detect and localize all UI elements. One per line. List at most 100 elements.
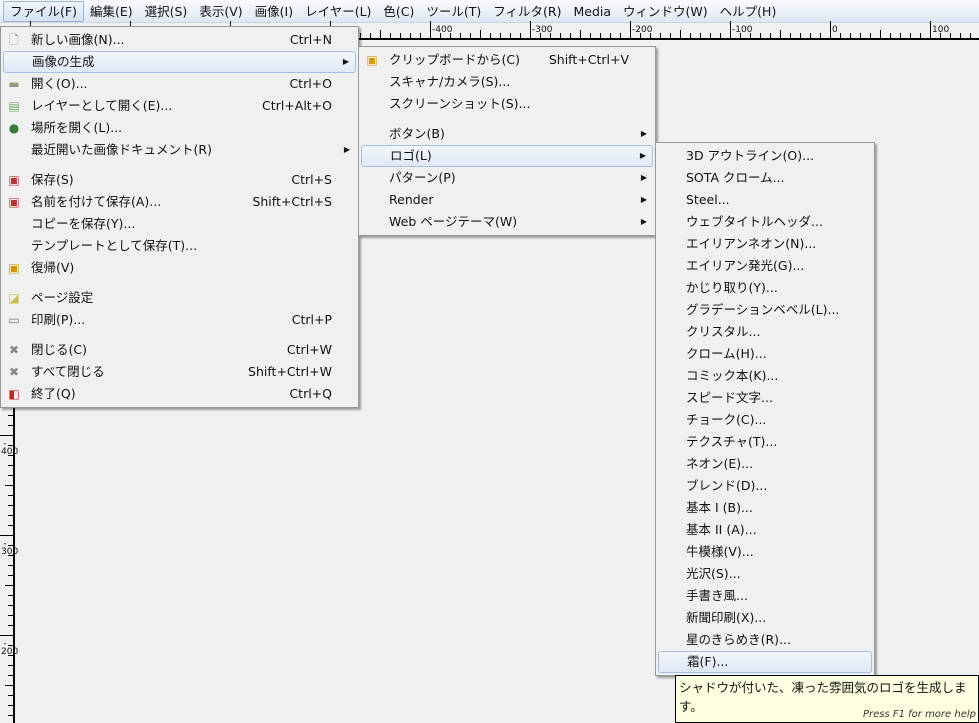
menu-item[interactable]: コピーを保存(Y)...	[3, 213, 356, 235]
menubar-item[interactable]: ヘルプ(H)	[714, 1, 783, 22]
menu-item-label: すべて閉じる	[31, 364, 105, 379]
ruler-tick	[730, 21, 731, 38]
menu-item[interactable]: テンプレートとして保存(T)...	[3, 235, 356, 257]
menu-item[interactable]: かじり取り(Y)...	[658, 277, 872, 299]
menu-item[interactable]: パターン(P) ▶	[361, 167, 653, 189]
menu-item[interactable]: クリスタル...	[658, 321, 872, 343]
menu-item[interactable]: Web ページテーマ(W) ▶	[361, 211, 653, 233]
menu-item-label: かじり取り(Y)...	[686, 280, 778, 295]
menu-item[interactable]: ボタン(B) ▶	[361, 123, 653, 145]
ruler-label: -200	[1, 640, 19, 657]
menu-item[interactable]: ▣ 保存(S) Ctrl+S	[3, 169, 356, 191]
ruler-tick	[800, 33, 801, 38]
menu-item-label: ページ設定	[31, 290, 94, 305]
menu-item[interactable]: ◧ 終了(Q) Ctrl+Q	[3, 383, 356, 405]
menu-item[interactable]: ✖ すべて閉じる Shift+Ctrl+W	[3, 361, 356, 383]
menu-item[interactable]: エイリアンネオン(N)...	[658, 233, 872, 255]
menu-item-label: ボタン(B)	[389, 126, 445, 141]
menu-item[interactable]: ブレンド(D)...	[658, 475, 872, 497]
menu-item[interactable]: ▬ 開く(O)... Ctrl+O	[3, 73, 356, 95]
menu-item[interactable]: ▤ レイヤーとして開く(E)... Ctrl+Alt+O	[3, 95, 356, 117]
ruler-tick	[460, 33, 461, 38]
menu-item-label: クローム(H)...	[686, 346, 767, 361]
menubar-item[interactable]: 表示(V)	[193, 1, 248, 22]
menu-item-shortcut: Shift+Ctrl+W	[248, 364, 332, 379]
menu-item-label: 光沢(S)...	[686, 566, 741, 581]
ruler-tick	[430, 21, 431, 38]
menubar-item[interactable]: Media	[568, 1, 618, 22]
submenu-arrow-icon: ▶	[342, 57, 349, 66]
menubar-item[interactable]: 画像(I)	[249, 1, 299, 22]
menubar-item[interactable]: ファイル(F)	[3, 0, 84, 22]
menu-item[interactable]: ▭ 印刷(P)... Ctrl+P	[3, 309, 356, 331]
menu-item[interactable]: 基本 II (A)...	[658, 519, 872, 541]
globe-icon: ●	[8, 121, 20, 135]
menu-item[interactable]: スピード文字...	[658, 387, 872, 409]
menu-item[interactable]: 3D アウトライン(O)...	[658, 145, 872, 167]
ruler-tick	[890, 33, 891, 38]
menubar-item[interactable]: ウィンドウ(W)	[617, 1, 714, 22]
ruler-tick	[530, 21, 531, 38]
ruler-tick	[700, 33, 701, 38]
menu-item[interactable]: ネオン(E)...	[658, 453, 872, 475]
menu-item[interactable]: テクスチャ(T)...	[658, 431, 872, 453]
menu-item-shortcut: Ctrl+S	[291, 172, 332, 187]
ruler-label-value: 200	[1, 647, 19, 657]
menubar-item[interactable]: フィルタ(R)	[487, 1, 567, 22]
menu-item[interactable]: ▣ 復帰(V)	[3, 257, 356, 279]
menu-item-label: 3D アウトライン(O)...	[686, 148, 815, 163]
ruler-tick	[720, 33, 721, 38]
menu-item[interactable]: エイリアン発光(G)...	[658, 255, 872, 277]
menu-item[interactable]: ◪ ページ設定	[3, 287, 356, 309]
ruler-tick	[410, 33, 411, 38]
menu-item[interactable]: 画像の生成 ▶	[3, 51, 356, 73]
menubar-item[interactable]: ツール(T)	[420, 1, 487, 22]
menu-item[interactable]: コミック本(K)...	[658, 365, 872, 387]
ruler-tick	[380, 30, 381, 38]
menu-item[interactable]: 基本 I (B)...	[658, 497, 872, 519]
menu-item[interactable]: 新聞印刷(X)...	[658, 607, 872, 629]
submenu-arrow-icon: ▶	[639, 151, 646, 160]
ruler-tick	[970, 33, 971, 38]
menubar-item[interactable]: レイヤー(L)	[299, 1, 377, 22]
save-as-icon: ▣	[8, 195, 20, 209]
menu-item[interactable]: チョーク(C)...	[658, 409, 872, 431]
menu-item[interactable]: ロゴ(L) ▶	[361, 145, 653, 167]
menu-item[interactable]: 霜(F)...	[658, 651, 872, 673]
menu-item[interactable]: 手書き風...	[658, 585, 872, 607]
menu-item-label: 新しい画像(N)...	[31, 32, 125, 47]
menu-item-label: 印刷(P)...	[31, 312, 86, 327]
menu-item[interactable]: ● 場所を開く(L)...	[3, 117, 356, 139]
menu-item[interactable]: スキャナ/カメラ(S)...	[361, 71, 653, 93]
menu-bar: ファイル(F) 編集(E) 選択(S) 表示(V) 画像(I) レイヤー(L) 色(C) ツー…	[0, 0, 979, 23]
ruler-tick	[390, 33, 391, 38]
menu-item[interactable]: ▣ 名前を付けて保存(A)... Shift+Ctrl+S	[3, 191, 356, 213]
menu-item[interactable]: 最近開いた画像ドキュメント(R) ▶	[3, 139, 356, 161]
clipboard-icon: ▣	[366, 53, 378, 67]
menu-item-shortcut: Ctrl+W	[286, 342, 332, 357]
menu-item[interactable]: 牛模様(V)...	[658, 541, 872, 563]
menu-item[interactable]: 光沢(S)...	[658, 563, 872, 585]
menu-item[interactable]: 星のきらめき(R)...	[658, 629, 872, 651]
menu-item-label: パターン(P)	[389, 170, 456, 185]
menu-item[interactable]: Steel...	[658, 189, 872, 211]
menu-item[interactable]: クローム(H)...	[658, 343, 872, 365]
menu-item[interactable]: ▣ クリップボードから(C) Shift+Ctrl+V	[361, 49, 653, 71]
menu-item[interactable]: ウェブタイトルヘッダ...	[658, 211, 872, 233]
menu-item[interactable]: 🗋 新しい画像(N)... Ctrl+N	[3, 29, 356, 51]
menu-item[interactable]: ✖ 閉じる(C) Ctrl+W	[3, 339, 356, 361]
ruler-tick	[900, 33, 901, 38]
close-all-icon: ✖	[8, 365, 20, 379]
ruler-tick	[790, 33, 791, 38]
menu-item[interactable]: スクリーンショット(S)...	[361, 93, 653, 115]
menubar-item[interactable]: 色(C)	[377, 1, 420, 22]
menubar-item[interactable]: 編集(E)	[84, 1, 139, 22]
menubar-item[interactable]: 選択(S)	[139, 1, 194, 22]
menu-item[interactable]: グラデーションベベル(L)...	[658, 299, 872, 321]
menu-item[interactable]: Render ▶	[361, 189, 653, 211]
ruler-tick	[8, 625, 13, 626]
ruler-label: 100	[932, 25, 950, 35]
ruler-label: -200	[632, 25, 653, 35]
menu-item[interactable]: SOTA クローム...	[658, 167, 872, 189]
ruler-label: 0	[832, 25, 838, 35]
